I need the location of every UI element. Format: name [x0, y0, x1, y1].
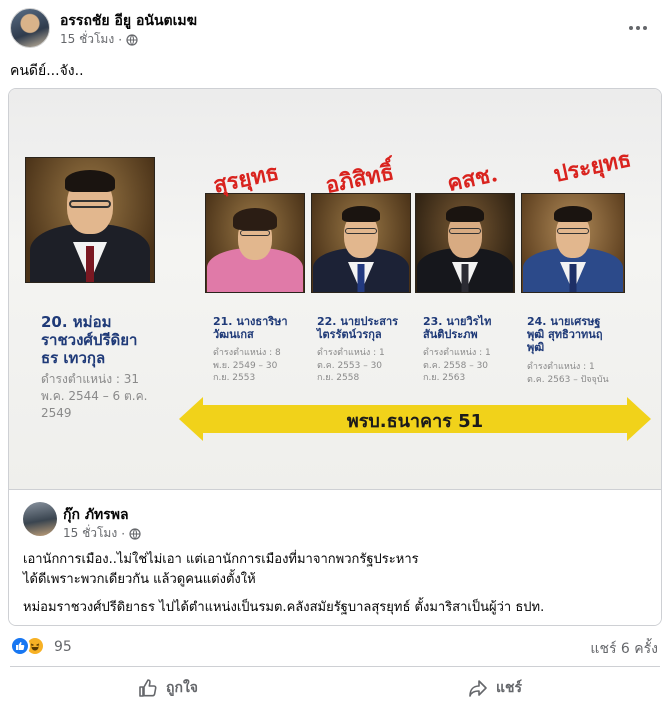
portrait-24: [521, 193, 625, 293]
shared-post: สุรยุทธ อภิสิทธิ์ คสช. ประยุทธ 20. หม่อม…: [8, 88, 662, 626]
reaction-icons[interactable]: [10, 636, 45, 656]
shared-post-body: กุ๊ก ภัทรพล 15 ชั่วโมง · เอานักการเมือง.…: [9, 489, 661, 625]
shared-text-line-3: หม่อมราชวงศ์ปรีดิยาธร ไปได้ตำแหน่งเป็นรม…: [23, 600, 545, 615]
person-20-term: ดำรงตำแหน่ง : 31 พ.ค. 2544 – 6 ต.ค. 2549: [41, 372, 148, 420]
person-20-name: 20. หม่อม ราชวงศ์ปรีดิยา ธร เทวกุล: [41, 313, 138, 367]
like-button[interactable]: ถูกใจ: [138, 674, 198, 702]
shared-text-line-1: เอานักการเมือง..ไม่ใช่ไม่เอา แต่เอานักกา…: [23, 552, 419, 567]
reactions-row: 95 แชร์ 6 ครั้ง: [10, 636, 660, 658]
arrow-label: พรบ.ธนาคาร 51: [346, 411, 484, 432]
shared-text-line-2: ได้ดีเพราะพวกเดียวกัน แล้วดูคนแต่งตั้งให…: [23, 572, 256, 587]
meta-dot: ·: [118, 32, 123, 47]
portrait-22: [311, 193, 411, 293]
person-23-term: ดำรงตำแหน่ง : 1 ต.ค. 2558 – 30 ก.ย. 2563: [423, 348, 491, 384]
person-24-term: ดำรงตำแหน่ง : 1 ต.ค. 2563 – ปัจจุบัน: [527, 362, 609, 385]
post-time[interactable]: 15 ชั่วโมง: [60, 30, 114, 49]
label-prayut: ประยุทธ: [551, 146, 634, 188]
author-avatar[interactable]: [10, 8, 50, 48]
person-24-name: 24. นายเศรษฐ พุฒิ สุทธิวาทนฤ พุฒิ: [527, 315, 603, 355]
more-icon[interactable]: [626, 18, 650, 38]
share-icon: [469, 680, 487, 697]
act-arrow: พรบ.ธนาคาร 51: [179, 397, 651, 441]
share-button[interactable]: แชร์: [468, 674, 522, 702]
thumbs-up-icon: [139, 679, 157, 697]
post-meta: 15 ชั่วโมง ·: [60, 30, 138, 49]
portrait-23: [415, 193, 515, 293]
person-23-name: 23. นายวิรไท สันติประภพ: [423, 315, 492, 342]
person-21-term: ดำรงตำแหน่ง : 8 พ.ย. 2549 – 30 ก.ย. 2553: [213, 348, 281, 384]
portrait-20: [25, 157, 155, 283]
person-22-name: 22. นายประสาร ไตรรัตน์วรกุล: [317, 315, 399, 342]
shared-post-meta: 15 ชั่วโมง ·: [63, 524, 141, 543]
person-22-term: ดำรงตำแหน่ง : 1 ต.ค. 2553 – 30 ก.ย. 2558: [317, 348, 385, 384]
globe-icon: [129, 527, 141, 540]
reaction-count[interactable]: 95: [54, 639, 72, 655]
share-count[interactable]: แชร์ 6 ครั้ง: [590, 638, 658, 660]
shared-author-avatar[interactable]: [23, 502, 57, 536]
globe-icon: [126, 33, 138, 46]
person-21-name: 21. นางธาริษา วัฒนเกส: [213, 315, 288, 342]
shared-author-name[interactable]: กุ๊ก ภัทรพล: [63, 504, 129, 526]
like-label: ถูกใจ: [166, 680, 198, 696]
post-header: อรรถชัย อียู อนันตเมฆ 15 ชั่วโมง ·: [10, 8, 660, 50]
meta-dot: ·: [121, 526, 126, 541]
action-divider: [10, 666, 660, 667]
portrait-21: [205, 193, 305, 293]
share-label: แชร์: [496, 680, 523, 696]
shared-post-time[interactable]: 15 ชั่วโมง: [63, 524, 117, 543]
post-photo[interactable]: สุรยุทธ อภิสิทธิ์ คสช. ประยุทธ 20. หม่อม…: [9, 89, 661, 489]
like-icon: [10, 636, 30, 656]
post-caption: คนดีย์...จัง..: [10, 63, 84, 79]
author-name[interactable]: อรรถชัย อียู อนันตเมฆ: [60, 10, 197, 32]
